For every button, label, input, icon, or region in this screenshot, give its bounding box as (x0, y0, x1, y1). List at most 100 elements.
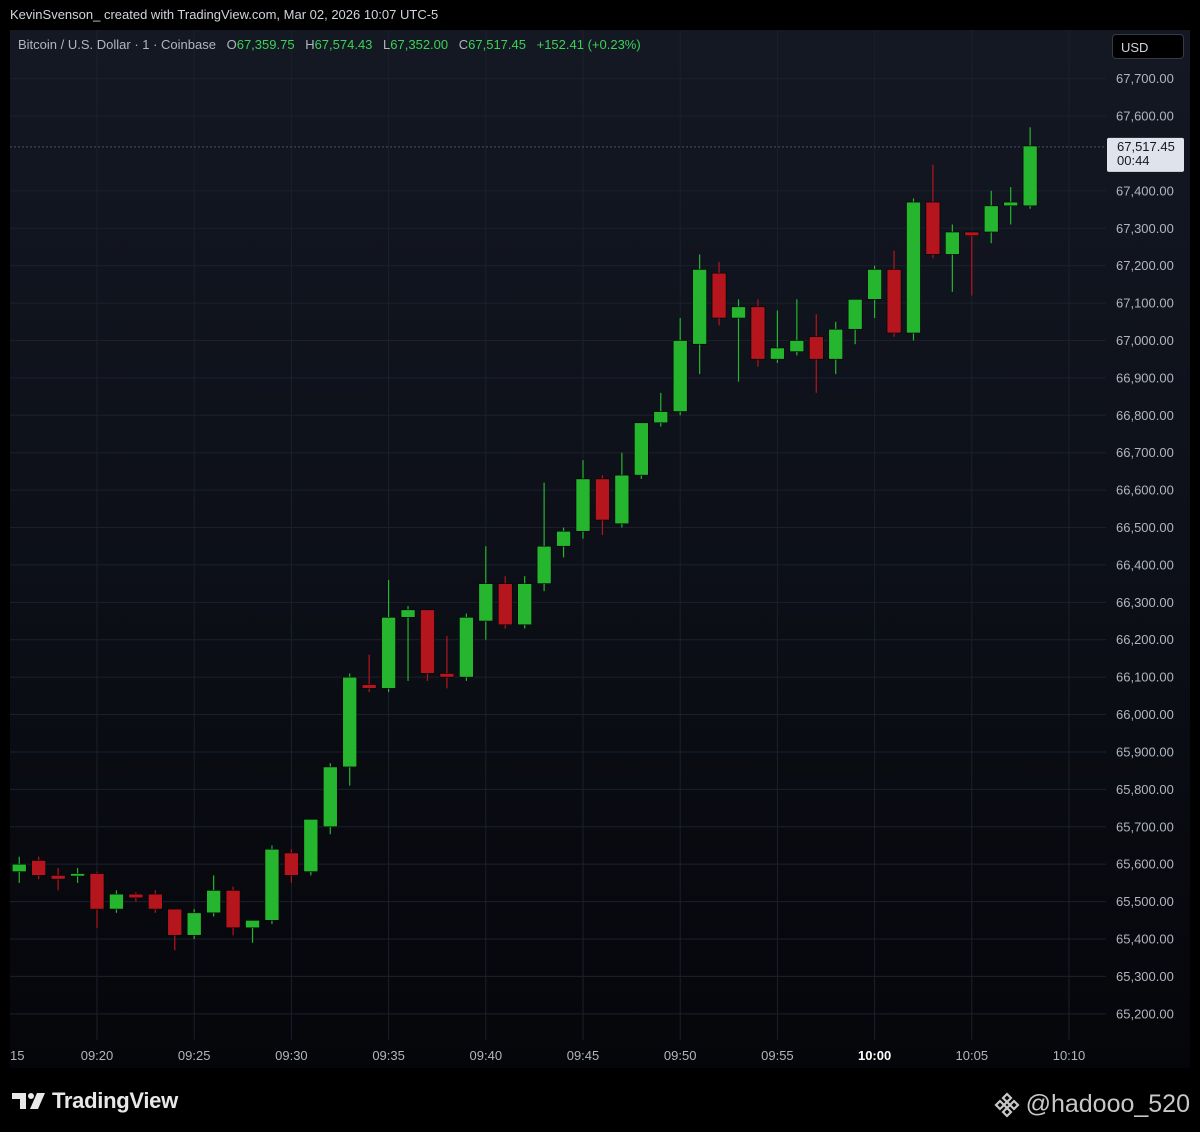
candle[interactable] (750, 299, 766, 367)
currency-button[interactable]: USD (1112, 34, 1184, 59)
time-tick-label: 10:00 (858, 1048, 891, 1063)
candle[interactable] (303, 818, 319, 876)
candle[interactable] (284, 849, 299, 883)
candle[interactable] (420, 609, 435, 681)
candle[interactable] (653, 392, 669, 427)
candle[interactable] (89, 871, 105, 928)
candle-body-up (983, 205, 999, 233)
symbol-legend: Bitcoin / U.S. Dollar · 1 · Coinbase O67… (18, 37, 648, 52)
candle[interactable] (109, 890, 124, 913)
candle[interactable] (886, 250, 902, 337)
open-value: 67,359.75 (236, 37, 295, 52)
chart-frame[interactable]: 67,700.00 67,600.00 67,400.00 67,300.00 67,2… (10, 30, 1190, 1068)
candle[interactable] (925, 164, 941, 259)
candle[interactable] (342, 673, 358, 786)
candle[interactable] (945, 224, 960, 292)
candle[interactable] (148, 890, 163, 913)
candle[interactable] (50, 867, 66, 891)
tradingview-wordmark: TradingView (52, 1088, 178, 1113)
candle[interactable] (459, 613, 474, 681)
candle[interactable] (556, 527, 571, 558)
tradingview-logo[interactable]: TradingView (12, 1088, 178, 1114)
price-tick-label: 65,400.00 (1116, 932, 1174, 947)
candle-body-up (789, 340, 805, 353)
candle-body-up (478, 583, 494, 622)
high-label: H (305, 37, 315, 52)
candle[interactable] (672, 318, 688, 416)
price-tick-label: 66,700.00 (1116, 445, 1174, 460)
candle[interactable] (225, 886, 241, 936)
candle-body-up (109, 893, 124, 910)
candle[interactable] (964, 231, 980, 296)
candle[interactable] (11, 856, 27, 883)
candle[interactable] (381, 579, 396, 693)
candle-body-up (634, 422, 649, 476)
last-price-value: 67,517.45 (1117, 139, 1175, 154)
candle-body-down (439, 673, 455, 678)
price-tick-label: 65,500.00 (1116, 894, 1174, 909)
time-tick-label: 09:20 (81, 1048, 114, 1063)
time-tick-label: 10:10 (1053, 1048, 1086, 1063)
candle[interactable] (808, 314, 824, 393)
candle[interactable] (361, 654, 377, 693)
candle[interactable] (983, 190, 999, 244)
time-axis: 15 09:20 09:25 09:30 09:35 09:40 09:45 09:50 09:… (10, 1048, 1085, 1063)
candle[interactable] (634, 422, 649, 479)
candle[interactable] (128, 892, 144, 902)
candle[interactable] (167, 908, 183, 951)
candle-body-down (497, 583, 513, 626)
candle[interactable] (711, 261, 727, 326)
candle[interactable] (439, 636, 455, 689)
candle[interactable] (478, 546, 494, 640)
open-label: O (226, 37, 237, 52)
candle[interactable] (497, 576, 513, 629)
candle[interactable] (322, 763, 338, 835)
candle[interactable] (828, 321, 844, 375)
price-tick-label: 66,500.00 (1116, 520, 1174, 535)
candle[interactable] (575, 460, 591, 539)
candle-body-up (400, 609, 416, 618)
candle[interactable] (867, 265, 882, 319)
candle-body-up (906, 201, 921, 334)
candle[interactable] (517, 576, 532, 629)
candle-body-up (1003, 201, 1018, 207)
candle-body-up (828, 328, 844, 360)
candle[interactable] (770, 310, 785, 363)
symbol-name[interactable]: Bitcoin / U.S. Dollar · 1 · Coinbase (18, 37, 216, 52)
candle-body-down (167, 908, 183, 936)
candle[interactable] (692, 254, 707, 375)
candle[interactable] (186, 909, 202, 939)
candle-body-down (284, 852, 299, 876)
candle-body-up (381, 616, 396, 689)
price-tick-label: 67,400.00 (1116, 183, 1174, 198)
candle-body-down (925, 201, 941, 255)
candle[interactable] (1022, 127, 1038, 209)
price-tick-label: 67,700.00 (1116, 71, 1174, 86)
candle[interactable] (789, 299, 805, 356)
candle[interactable] (400, 606, 416, 681)
last-price-tag: 67,517.45 00:44 (1107, 137, 1184, 172)
candle-body-up (770, 347, 785, 360)
candle[interactable] (536, 482, 552, 592)
candle[interactable] (595, 475, 610, 535)
candle[interactable] (264, 845, 280, 925)
candle[interactable] (614, 452, 630, 528)
candle[interactable] (1003, 187, 1018, 225)
candle-countdown: 00:44 (1117, 153, 1150, 168)
chart-caption: KevinSvenson_ created with TradingView.c… (0, 0, 1200, 30)
candle-body-down (225, 890, 241, 929)
price-tick-label: 66,000.00 (1116, 707, 1174, 722)
candle[interactable] (70, 867, 85, 883)
candle[interactable] (206, 875, 221, 917)
candle[interactable] (847, 299, 863, 345)
time-tick-label: 09:55 (761, 1048, 794, 1063)
tradingview-logo-icon (12, 1093, 45, 1109)
candle-body-down (89, 873, 105, 910)
candle-body-down (361, 684, 377, 689)
candle[interactable] (906, 198, 921, 341)
watermark-handle: @hadooo_520 (1025, 1090, 1190, 1118)
candle-body-up (206, 890, 221, 914)
candlestick-chart[interactable]: 67,700.00 67,600.00 67,400.00 67,300.00 67,2… (10, 30, 1190, 1068)
candle[interactable] (31, 856, 46, 880)
candle-body-down (808, 336, 824, 360)
